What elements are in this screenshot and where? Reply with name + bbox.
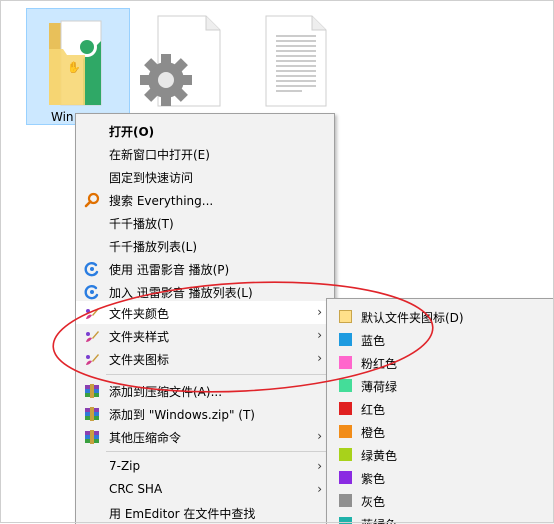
context-menu: 打开(O) 在新窗口中打开(E) 固定到快速访问 搜索 Everything..… bbox=[75, 113, 335, 524]
color-swatch bbox=[339, 356, 352, 369]
menu-item-label: 用 EmEditor 在文件中查找 bbox=[109, 507, 256, 521]
magnifier-icon bbox=[84, 192, 100, 208]
menu-item-label: 使用 迅雷影音 播放(P) bbox=[109, 263, 230, 277]
submenu-item-label: 橙色 bbox=[361, 426, 386, 440]
xunlei-icon bbox=[84, 285, 99, 300]
settings-file[interactable] bbox=[138, 14, 228, 119]
color-swatch bbox=[339, 471, 352, 484]
menu-item-crc-sha[interactable]: CRC SHA › bbox=[76, 478, 334, 501]
chevron-right-icon: › bbox=[317, 305, 322, 319]
folder-with-document-icon: ✋ bbox=[49, 20, 102, 106]
archive-icon bbox=[85, 407, 99, 421]
gear-file-icon bbox=[140, 15, 221, 107]
menu-item-folder-style[interactable]: 文件夹样式 › bbox=[76, 324, 334, 347]
menu-item-xunlei-play[interactable]: 使用 迅雷影音 播放(P) bbox=[76, 257, 334, 280]
menu-item-search-everything[interactable]: 搜索 Everything... bbox=[76, 188, 334, 211]
menu-item-label: 在新窗口中打开(E) bbox=[109, 148, 210, 162]
menu-item-qianqian-playlist[interactable]: 千千播放列表(L) bbox=[76, 234, 334, 257]
archive-icon bbox=[85, 384, 99, 398]
menu-item-label: 打开(O) bbox=[109, 125, 155, 139]
archive-icon bbox=[85, 430, 99, 444]
submenu-item-gray[interactable]: 灰色 bbox=[327, 489, 554, 512]
color-swatch bbox=[339, 425, 352, 438]
chevron-right-icon: › bbox=[317, 351, 322, 365]
brush-icon bbox=[86, 354, 99, 365]
menu-item-folder-icon[interactable]: 文件夹图标 › bbox=[76, 347, 334, 370]
file-label-windows: Win bbox=[51, 110, 74, 124]
menu-item-open[interactable]: 打开(O) bbox=[76, 119, 334, 142]
menu-item-add-to-archive[interactable]: 添加到压缩文件(A)... bbox=[76, 379, 334, 402]
submenu-item-label: 紫色 bbox=[361, 472, 386, 486]
brush-icon bbox=[86, 331, 99, 342]
text-document-icon bbox=[265, 15, 327, 107]
chevron-right-icon: › bbox=[317, 328, 322, 342]
menu-item-label: 千千播放列表(L) bbox=[109, 240, 198, 254]
chevron-right-icon: › bbox=[317, 459, 322, 473]
menu-item-add-to-windows-zip[interactable]: 添加到 "Windows.zip" (T) bbox=[76, 402, 334, 425]
menu-item-other-compress[interactable]: 其他压缩命令 › bbox=[76, 425, 334, 448]
menu-item-label: 搜索 Everything... bbox=[109, 194, 214, 208]
menu-separator bbox=[106, 374, 328, 375]
submenu-item-pink[interactable]: 粉红色 bbox=[327, 351, 554, 374]
chevron-right-icon: › bbox=[317, 482, 322, 496]
menu-item-label: 文件夹颜色 bbox=[109, 307, 170, 321]
menu-separator bbox=[106, 451, 328, 452]
submenu-item-teal[interactable]: 蓝绿色 bbox=[327, 512, 554, 524]
menu-item-label: 千千播放(T) bbox=[109, 217, 174, 231]
menu-item-label: 文件夹图标 bbox=[109, 353, 170, 367]
color-swatch bbox=[339, 402, 352, 415]
menu-item-label: 7-Zip bbox=[109, 459, 141, 473]
color-swatch bbox=[339, 379, 352, 392]
menu-item-open-new-window[interactable]: 在新窗口中打开(E) bbox=[76, 142, 334, 165]
submenu-item-label: 薄荷绿 bbox=[361, 380, 398, 394]
submenu-item-default-icon[interactable]: 默认文件夹图标(D) bbox=[327, 305, 554, 328]
submenu-item-orange[interactable]: 橙色 bbox=[327, 420, 554, 443]
folder-windows[interactable]: ✋ Win bbox=[26, 8, 130, 125]
menu-item-label: 文件夹样式 bbox=[109, 330, 170, 344]
menu-item-folder-color[interactable]: 文件夹颜色 › bbox=[76, 301, 334, 324]
submenu-item-green-yellow[interactable]: 绿黄色 bbox=[327, 443, 554, 466]
menu-item-label: 加入 迅雷影音 播放列表(L) bbox=[109, 286, 253, 300]
text-document-file[interactable] bbox=[262, 14, 330, 119]
chevron-right-icon: › bbox=[317, 429, 322, 443]
xunlei-icon bbox=[84, 262, 99, 277]
menu-item-xunlei-playlist[interactable]: 加入 迅雷影音 播放列表(L) bbox=[76, 280, 334, 303]
brush-icon bbox=[86, 308, 99, 319]
submenu-item-red[interactable]: 红色 bbox=[327, 397, 554, 420]
color-swatch bbox=[339, 448, 352, 461]
submenu-item-purple[interactable]: 紫色 bbox=[327, 466, 554, 489]
submenu-item-label: 蓝色 bbox=[361, 334, 386, 348]
menu-item-pin-quick-access[interactable]: 固定到快速访问 bbox=[76, 165, 334, 188]
svg-text:✋: ✋ bbox=[67, 61, 81, 74]
color-swatch bbox=[339, 494, 352, 507]
menu-item-label: 固定到快速访问 bbox=[109, 171, 194, 185]
folder-color-submenu: 默认文件夹图标(D) 蓝色 粉红色 薄荷绿 红色 橙色 绿黄色 紫色 灰色 蓝绿… bbox=[326, 298, 554, 524]
submenu-item-label: 灰色 bbox=[361, 495, 386, 509]
menu-item-label: 添加到压缩文件(A)... bbox=[109, 385, 223, 399]
menu-item-label: 其他压缩命令 bbox=[109, 431, 182, 445]
submenu-item-mint-green[interactable]: 薄荷绿 bbox=[327, 374, 554, 397]
submenu-item-label: 绿黄色 bbox=[361, 449, 398, 463]
menu-item-label: CRC SHA bbox=[109, 482, 163, 496]
submenu-item-label: 默认文件夹图标(D) bbox=[361, 311, 464, 325]
menu-item-emeditor-find[interactable]: 用 EmEditor 在文件中查找 bbox=[76, 501, 334, 524]
color-swatch bbox=[339, 333, 352, 346]
menu-item-7zip[interactable]: 7-Zip › bbox=[76, 455, 334, 478]
menu-item-label: 添加到 "Windows.zip" (T) bbox=[109, 408, 255, 422]
submenu-item-label: 红色 bbox=[361, 403, 386, 417]
color-swatch bbox=[339, 310, 352, 323]
menu-item-qianqian-play[interactable]: 千千播放(T) bbox=[76, 211, 334, 234]
submenu-item-blue[interactable]: 蓝色 bbox=[327, 328, 554, 351]
submenu-item-label: 粉红色 bbox=[361, 357, 398, 371]
